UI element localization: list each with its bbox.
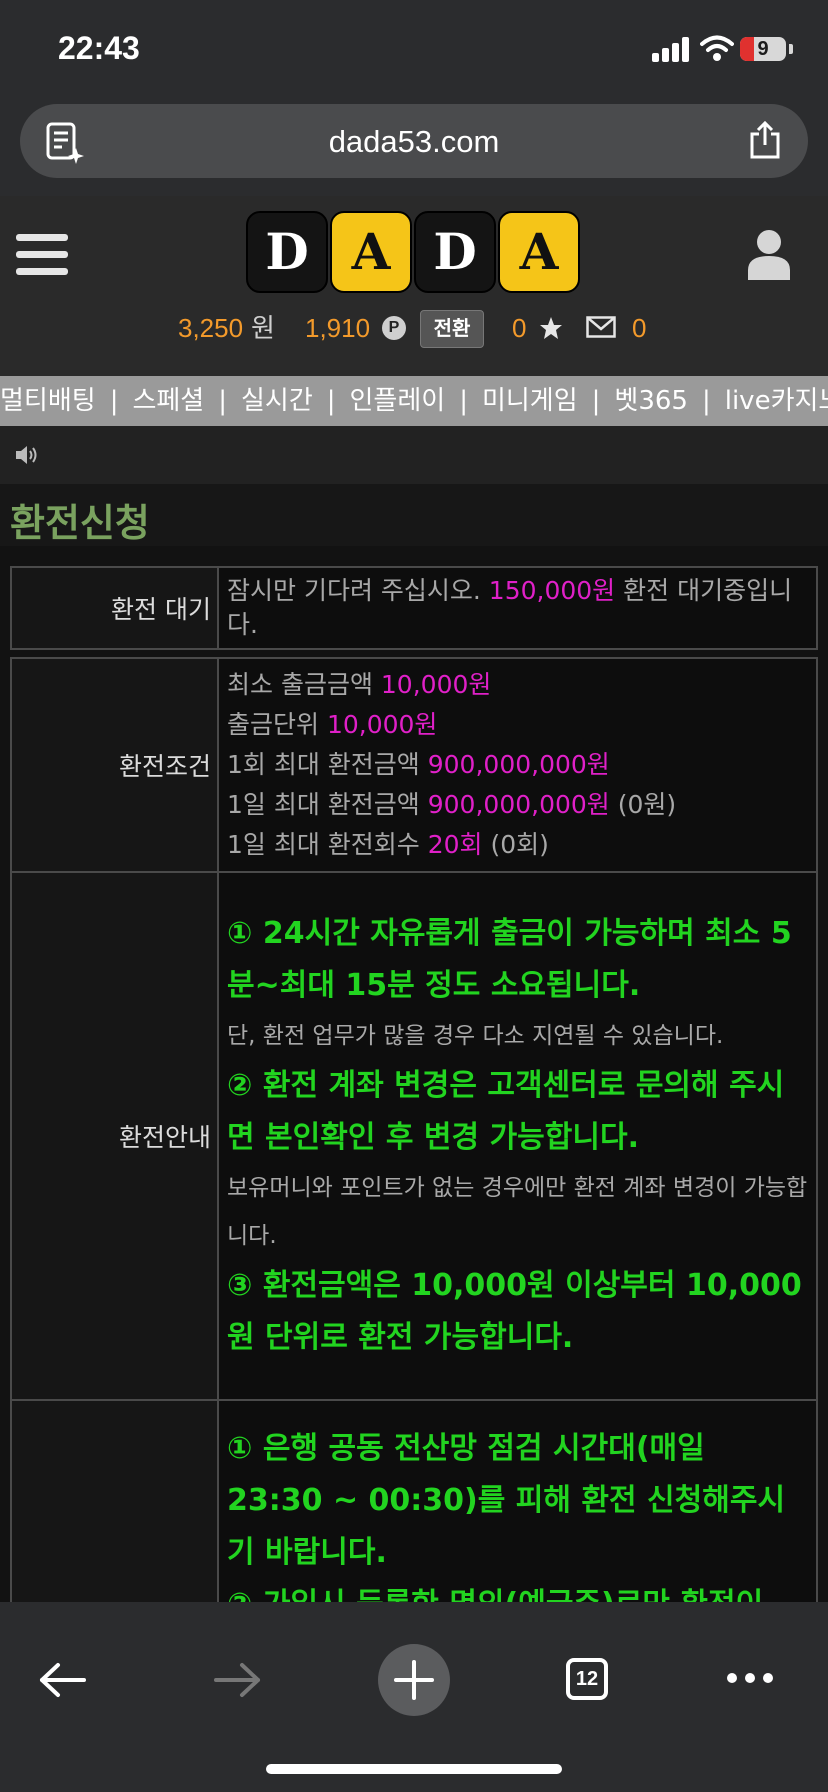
nav-item-minigame[interactable]: 미니게임 [482,376,578,426]
guide-item: ② 환전 계좌 변경은 고객센터로 문의해 주시면 본인확인 후 변경 가능합니… [227,1068,785,1155]
waiting-text: 잠시만 기다려 주십시오. [227,576,489,605]
status-time: 22:43 [58,30,140,66]
cellular-signal-icon [652,36,692,62]
guide-list: ① 24시간 자유롭게 출금이 가능하며 최소 5분~최대 15분 정도 소요됩… [217,871,818,1401]
address-bar[interactable]: dada53.com [20,104,808,178]
back-icon[interactable] [38,1662,86,1698]
speaker-icon[interactable] [14,444,40,466]
condition-extra: (0원) [609,790,677,819]
guide-note: 단, 환전 업무가 많을 경우 다소 지연될 수 있습니다. [227,1023,724,1049]
nav-item-special[interactable]: 스페셜 [132,376,204,426]
money-amount: 3,250 [178,313,244,343]
waiting-table: 환전 대기 잠시만 기다려 주십시오. 150,000원 환전 대기중입니다. [10,566,818,650]
messages-count: 0 [632,313,647,343]
announcement-bar [0,426,828,484]
waiting-message: 잠시만 기다려 주십시오. 150,000원 환전 대기중입니다. [217,566,818,650]
guide-note: 보유머니와 포인트가 없는 경우에만 환전 계좌 변경이 가능합니다. [227,1175,808,1249]
guide-item: ① 24시간 자유롭게 출금이 가능하며 최소 5분~최대 15분 정도 소요됩… [227,916,792,1003]
browser-address-area: dada53.com [0,96,828,196]
notice-item: ① 은행 공동 전산망 점검 시간대(매일 23:30 ~ 00:30)를 피해… [227,1431,786,1570]
nav-separator: | [326,386,336,416]
condition-row: 1회 최대 환전금액 900,000,000원 [227,745,808,785]
nav-separator: | [459,386,468,416]
condition-value: 10,000원 [326,710,438,739]
balance-row: 3,250 원 1,910 P 전환 0 0 [0,308,828,348]
conditions-list: 최소 출금금액 10,000원 출금단위 10,000원 1회 최대 환전금액 … [217,657,818,873]
table-row: 환전조건 최소 출금금액 10,000원 출금단위 10,000원 1회 최대 … [10,657,818,873]
guide-item: ③ 환전금액은 10,000원 이상부터 10,000원 단위로 환전 가능합니… [227,1268,802,1355]
battery-percent: 9 [757,38,769,60]
site-header: D A D A 3,250 원 1,910 P 전환 0 0 [0,196,828,376]
convert-points-button[interactable]: 전환 [420,310,484,348]
nav-item-live-casino[interactable]: live카지노 [725,376,828,426]
condition-row: 1일 최대 환전회수 20회 (0회) [227,825,808,865]
stars-count: 0 [512,313,527,343]
menu-icon[interactable] [16,234,68,276]
money-unit: 원 [251,313,275,343]
logo-letter: A [330,211,412,293]
nav-item-bet365[interactable]: 벳365 [614,376,688,426]
condition-text: 1일 최대 환전회수 [227,830,428,859]
conditions-label: 환전조건 [10,657,219,873]
more-options-icon[interactable] [726,1672,774,1684]
share-icon[interactable] [748,120,782,160]
guide-label: 환전안내 [10,871,219,1401]
plus-icon [394,1660,434,1700]
nav-item-multi-betting[interactable]: 멀티배팅 [0,376,96,426]
condition-text: 1회 최대 환전금액 [227,750,428,779]
logo-letter: D [246,211,328,293]
exchange-info-table: 환전조건 최소 출금금액 10,000원 출금단위 10,000원 1회 최대 … [10,657,818,1665]
waiting-label: 환전 대기 [10,566,219,650]
home-indicator[interactable] [266,1764,562,1774]
nav-separator: | [218,386,227,416]
logo-letter: A [498,211,580,293]
condition-row: 출금단위 10,000원 [227,705,808,745]
page-title-bar: 환전신청 [0,484,828,546]
tabs-button[interactable]: 12 [566,1658,608,1700]
nav-item-live[interactable]: 실시간 [241,376,313,426]
condition-value: 10,000원 [380,670,492,699]
url-text[interactable]: dada53.com [20,124,808,160]
table-row: 환전안내 ① 24시간 자유롭게 출금이 가능하며 최소 5분~최대 15분 정… [10,871,818,1401]
table-row: 환전 대기 잠시만 기다려 주십시오. 150,000원 환전 대기중입니다. [10,566,818,650]
condition-extra: (0회) [482,830,549,859]
condition-text: 1일 최대 환전금액 [227,790,428,819]
nav-separator: | [591,386,601,416]
condition-text: 출금단위 [227,710,327,739]
condition-text: 최소 출금금액 [227,670,381,699]
condition-value: 20회 [427,830,483,859]
mail-icon[interactable] [586,316,616,338]
status-bar: 22:43 9 [0,0,828,96]
condition-row: 1일 최대 환전금액 900,000,000원 (0원) [227,785,808,825]
nav-separator: | [701,386,711,416]
condition-value: 900,000,000원 [427,790,610,819]
category-nav: 멀티배팅 | 스페셜 | 실시간 | 인플레이 | 미니게임 | 벳365 | live카지노 [0,376,828,426]
forward-icon[interactable] [214,1662,262,1698]
points-icon: P [382,316,406,340]
condition-row: 최소 출금금액 10,000원 [227,665,808,705]
logo-letter: D [414,211,496,293]
wifi-icon [700,35,734,61]
nav-item-inplay[interactable]: 인플레이 [350,376,446,426]
condition-value: 900,000,000원 [427,750,610,779]
nav-separator: | [109,386,119,416]
new-tab-button[interactable] [378,1644,450,1716]
points-amount: 1,910 [305,313,371,343]
battery-icon: 9 [740,37,786,61]
page-title: 환전신청 [10,501,150,545]
user-account-icon[interactable] [746,228,792,280]
star-icon [540,317,562,339]
waiting-amount: 150,000원 [488,576,616,605]
